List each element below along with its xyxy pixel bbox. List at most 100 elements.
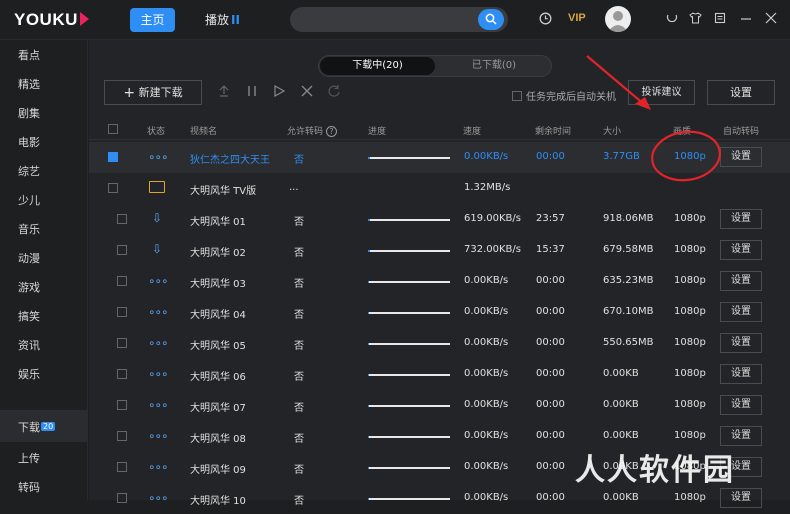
table-row[interactable]: ∘∘∘ 大明风华 07 否 0.00KB/s 00:00 0.00KB 1080p 设置 bbox=[89, 390, 790, 421]
row-settings-button[interactable]: 设置 bbox=[720, 209, 762, 229]
row-progress-bar bbox=[368, 436, 450, 438]
sidebar-item-yule[interactable]: 娱乐 bbox=[18, 366, 40, 382]
sidebar-item-shaoer[interactable]: 少儿 bbox=[18, 192, 40, 208]
row-checkbox[interactable] bbox=[117, 276, 127, 286]
row-progress-bar bbox=[368, 374, 450, 376]
close-icon[interactable] bbox=[765, 12, 777, 27]
row-checkbox[interactable] bbox=[117, 307, 127, 317]
sidebar-item-upload[interactable]: 上传 bbox=[18, 450, 40, 466]
nav-play-label: 播放 bbox=[205, 13, 230, 27]
sidebar-item-download[interactable]: 下载 20 bbox=[18, 419, 56, 435]
tab-downloaded[interactable]: 已下载(0) bbox=[437, 57, 551, 75]
sidebar-item-transcode[interactable]: 转码 bbox=[18, 479, 40, 495]
skin-icon[interactable] bbox=[666, 12, 678, 27]
row-settings-button[interactable]: 设置 bbox=[720, 302, 762, 322]
row-progress-fill bbox=[368, 405, 369, 407]
table-row[interactable]: ⇩ 大明风华 02 否 732.00KB/s 15:37 679.58MB 1080p 设置 bbox=[89, 235, 790, 266]
new-download-button[interactable]: + 新建下载 bbox=[104, 80, 202, 105]
sidebar-download-label: 下载 bbox=[18, 421, 40, 434]
row-checkbox[interactable] bbox=[117, 493, 127, 503]
row-size: 0.00KB bbox=[603, 492, 639, 503]
row-speed: 732.00KB/s bbox=[464, 244, 521, 255]
row-checkbox[interactable] bbox=[117, 245, 127, 255]
start-all-icon[interactable] bbox=[273, 84, 286, 102]
help-icon[interactable]: ? bbox=[326, 126, 338, 137]
search-button[interactable] bbox=[478, 9, 504, 30]
waiting-icon: ∘∘∘ bbox=[148, 336, 169, 350]
sidebar-item-kandian[interactable]: 看点 bbox=[18, 47, 40, 63]
menu-icon[interactable] bbox=[714, 12, 726, 27]
row-checkbox[interactable] bbox=[117, 214, 127, 224]
folder-icon[interactable] bbox=[149, 181, 165, 193]
row-progress-bar bbox=[368, 405, 450, 407]
col-transcode-label: 允许转码 bbox=[287, 127, 324, 137]
sidebar-item-youxi[interactable]: 游戏 bbox=[18, 279, 40, 295]
row-checkbox[interactable] bbox=[117, 462, 127, 472]
sidebar-item-yinyue[interactable]: 音乐 bbox=[18, 221, 40, 237]
settings-button[interactable]: 设置 bbox=[707, 80, 775, 105]
vip-button[interactable]: VIP bbox=[568, 12, 586, 24]
row-checkbox[interactable] bbox=[117, 400, 127, 410]
pause-all-icon[interactable] bbox=[246, 84, 258, 102]
auto-shutdown-label: 任务完成后自动关机 bbox=[526, 92, 616, 103]
table-row[interactable]: ∘∘∘ 大明风华 03 否 0.00KB/s 00:00 635.23MB 1080p 设置 bbox=[89, 266, 790, 297]
row-name: 大明风华 TV版 bbox=[190, 186, 257, 197]
sidebar-item-dongman[interactable]: 动漫 bbox=[18, 250, 40, 266]
row-remaining: 00:00 bbox=[536, 306, 565, 317]
table-row[interactable]: ∘∘∘ 大明风华 06 否 0.00KB/s 00:00 0.00KB 1080p 设置 bbox=[89, 359, 790, 390]
row-name: 大明风华 03 bbox=[190, 279, 246, 290]
select-all-checkbox[interactable] bbox=[108, 124, 118, 134]
auto-shutdown-toggle[interactable]: 任务完成后自动关机 bbox=[512, 88, 616, 103]
nav-home-button[interactable]: 主页 bbox=[130, 8, 175, 32]
search-input[interactable] bbox=[290, 7, 508, 32]
row-settings-button[interactable]: 设置 bbox=[720, 488, 762, 508]
row-name: 大明风华 06 bbox=[190, 372, 246, 383]
table-row[interactable]: 大明风华 TV版... 1.32MB/s bbox=[89, 173, 790, 204]
row-checkbox[interactable] bbox=[117, 369, 127, 379]
sidebar-item-gaoxiao[interactable]: 搞笑 bbox=[18, 308, 40, 324]
row-settings-button[interactable]: 设置 bbox=[720, 333, 762, 353]
delete-icon[interactable] bbox=[301, 84, 313, 102]
row-checkbox[interactable] bbox=[117, 431, 127, 441]
table-row[interactable]: ∘∘∘ 大明风华 04 否 0.00KB/s 00:00 670.10MB 1080p 设置 bbox=[89, 297, 790, 328]
row-size: 918.06MB bbox=[603, 213, 654, 224]
sidebar-item-jingxuan[interactable]: 精选 bbox=[18, 76, 40, 92]
sidebar-item-dianying[interactable]: 电影 bbox=[18, 134, 40, 150]
row-transcode: 否 bbox=[294, 465, 304, 476]
row-progress-bar bbox=[368, 312, 450, 314]
auto-shutdown-checkbox[interactable] bbox=[512, 91, 522, 101]
row-remaining: 00:00 bbox=[536, 461, 565, 472]
row-quality: 1080p bbox=[674, 306, 706, 317]
shirt-icon[interactable] bbox=[689, 12, 702, 27]
row-checkbox[interactable] bbox=[108, 152, 118, 162]
row-progress-fill bbox=[368, 467, 369, 469]
refresh-icon[interactable] bbox=[327, 84, 341, 102]
feedback-button[interactable]: 投诉建议 bbox=[628, 80, 695, 105]
nav-play-button[interactable]: 播放 II bbox=[205, 8, 240, 32]
sidebar-item-zongyi[interactable]: 综艺 bbox=[18, 163, 40, 179]
row-speed: 0.00KB/s bbox=[464, 430, 509, 441]
tab-downloading[interactable]: 下载中(20) bbox=[320, 57, 435, 75]
table-row[interactable]: ∘∘∘ 狄仁杰之四大天王 否 0.00KB/s 00:00 3.77GB 1080p 设置 bbox=[89, 142, 790, 173]
row-quality: 1080p bbox=[674, 244, 706, 255]
youku-logo[interactable]: YOUKU bbox=[14, 10, 89, 30]
avatar[interactable] bbox=[605, 6, 631, 32]
sidebar-item-zixun[interactable]: 资讯 bbox=[18, 337, 40, 353]
row-checkbox[interactable] bbox=[108, 183, 118, 193]
row-settings-button[interactable]: 设置 bbox=[720, 271, 762, 291]
table-row[interactable]: ∘∘∘ 大明风华 05 否 0.00KB/s 00:00 550.65MB 1080p 设置 bbox=[89, 328, 790, 359]
clock-icon[interactable] bbox=[539, 12, 552, 28]
minimize-icon[interactable] bbox=[740, 12, 752, 27]
col-auto-transcode: 自动转码 bbox=[723, 127, 760, 137]
row-progress-fill bbox=[368, 157, 371, 159]
row-checkbox[interactable] bbox=[117, 338, 127, 348]
clear-icon[interactable] bbox=[217, 84, 231, 102]
row-settings-button[interactable]: 设置 bbox=[720, 147, 762, 167]
row-settings-button[interactable]: 设置 bbox=[720, 426, 762, 446]
row-settings-button[interactable]: 设置 bbox=[720, 395, 762, 415]
table-row[interactable]: ⇩ 大明风华 01 否 619.00KB/s 23:57 918.06MB 1080p 设置 bbox=[89, 204, 790, 235]
col-progress: 进度 bbox=[368, 127, 387, 137]
row-settings-button[interactable]: 设置 bbox=[720, 240, 762, 260]
row-settings-button[interactable]: 设置 bbox=[720, 364, 762, 384]
sidebar-item-juji[interactable]: 剧集 bbox=[18, 105, 40, 121]
